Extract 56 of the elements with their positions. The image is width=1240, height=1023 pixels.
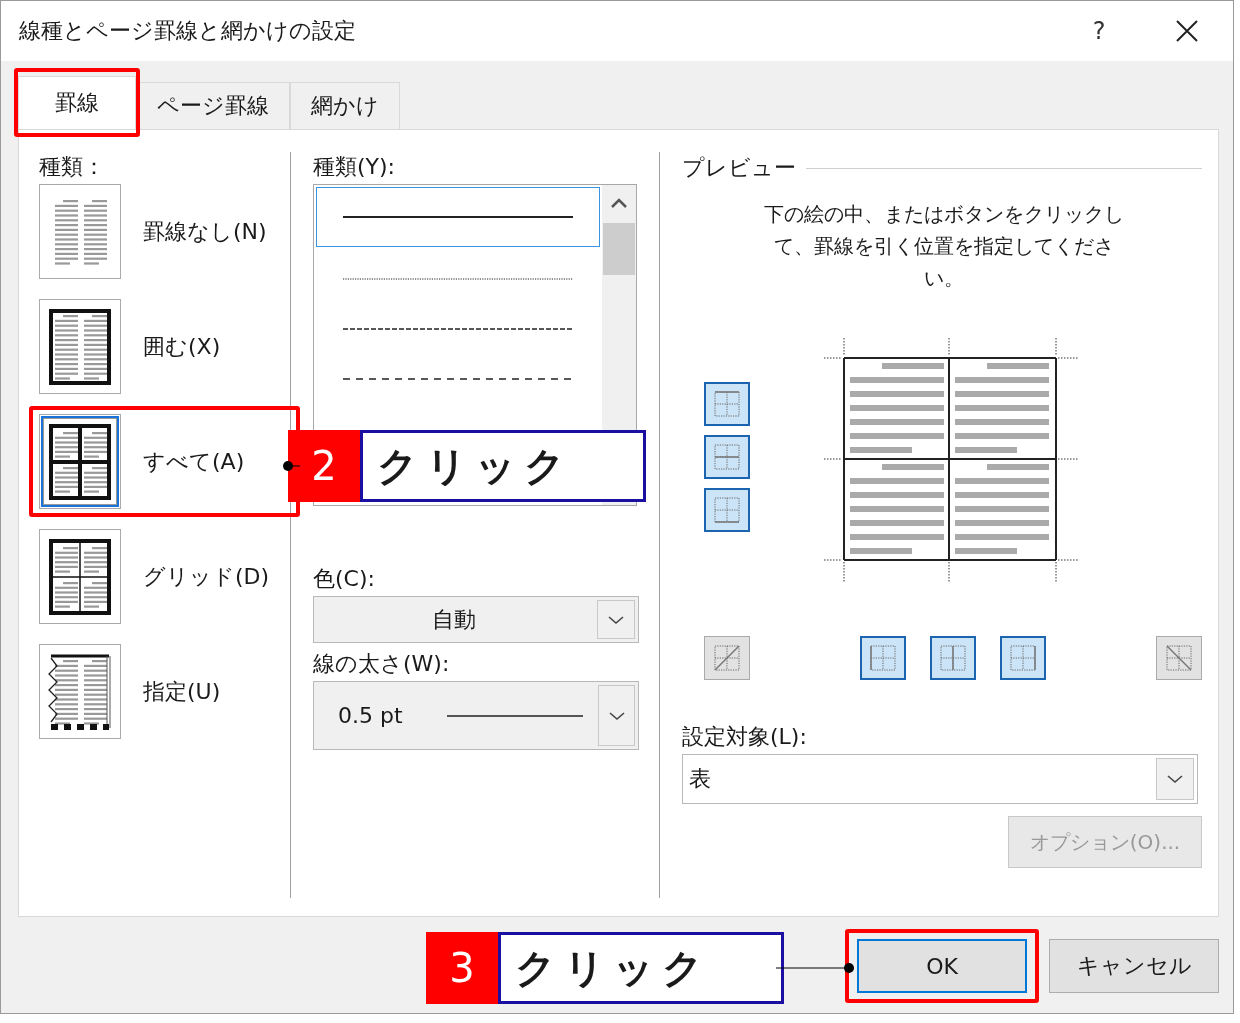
close-icon[interactable] (1175, 19, 1199, 43)
chevron-down-icon (1167, 774, 1183, 784)
setting-label[interactable]: 指定(U) (143, 676, 221, 707)
border-toggle-button[interactable] (704, 636, 750, 680)
callout-label: クリック (360, 430, 646, 502)
border-toggle-button[interactable] (860, 636, 906, 680)
dropdown-value: 0.5 pt (338, 703, 404, 728)
field-label: 種類(Y): (313, 153, 397, 181)
instruction-text: 下の絵の中、またはボタンをクリックして、罫線を引く位置を指定してください。 (764, 201, 1124, 292)
help-button[interactable]: ? (1079, 17, 1119, 45)
apply-to-dropdown[interactable]: 表 (682, 754, 1198, 804)
border-toggle-button[interactable] (1156, 636, 1202, 680)
chevron-down-icon (608, 614, 624, 625)
scrollbar-thumb[interactable] (603, 223, 635, 275)
table-border-icon[interactable] (39, 644, 121, 739)
window-title: 線種とページ罫線と網かけの設定 (19, 17, 357, 45)
group-title: プレビュー (682, 154, 796, 182)
field-label: 設定対象(L): (682, 723, 808, 751)
table-preview-drawing[interactable] (824, 338, 1078, 582)
border-toggle-button[interactable] (930, 636, 976, 680)
border-position-icon (868, 643, 898, 673)
border-toggle-button[interactable] (704, 435, 750, 479)
setting-label[interactable]: すべて(A) (143, 446, 245, 477)
tab[interactable]: 網かけ (290, 82, 400, 129)
field-label: 色(C): (313, 565, 376, 593)
field-label: 線の太さ(W): (313, 650, 451, 678)
table-border-icon[interactable] (39, 529, 121, 624)
step-number-badge: 3 (426, 932, 498, 1004)
setting-label[interactable]: 囲む(X) (143, 331, 221, 362)
border-position-icon (938, 643, 968, 673)
table-border-icon[interactable] (39, 299, 121, 394)
ok-button[interactable]: OK (857, 939, 1027, 993)
border-toggle-button[interactable] (1000, 636, 1046, 680)
color-dropdown[interactable]: 自動 (313, 596, 639, 643)
border-position-icon (712, 442, 742, 472)
table-border-icon[interactable] (39, 414, 121, 509)
setting-label[interactable]: グリッド(D) (143, 561, 270, 592)
step-number-badge: 2 (288, 430, 360, 502)
line-style-option[interactable] (316, 187, 600, 247)
cancel-button[interactable]: キャンセル (1049, 939, 1219, 993)
border-toggle-button[interactable] (704, 382, 750, 426)
line-width-dropdown[interactable]: 0.5 pt (313, 681, 639, 750)
border-position-icon (712, 495, 742, 525)
border-position-icon (1008, 643, 1038, 673)
chevron-up-icon[interactable] (610, 197, 628, 209)
section-label: 種類： (39, 153, 106, 181)
chevron-down-icon (608, 710, 625, 721)
dropdown-value: 自動 (431, 605, 477, 634)
border-diagonal-icon (712, 643, 742, 673)
border-diagonal-icon (1164, 643, 1194, 673)
setting-label[interactable]: 罫線なし(N) (143, 216, 267, 247)
callout-label: クリック (498, 932, 784, 1004)
dropdown-value: 表 (689, 765, 712, 793)
border-position-icon (712, 389, 742, 419)
border-toggle-button[interactable] (704, 488, 750, 532)
tab[interactable]: 罫線 (18, 76, 136, 129)
